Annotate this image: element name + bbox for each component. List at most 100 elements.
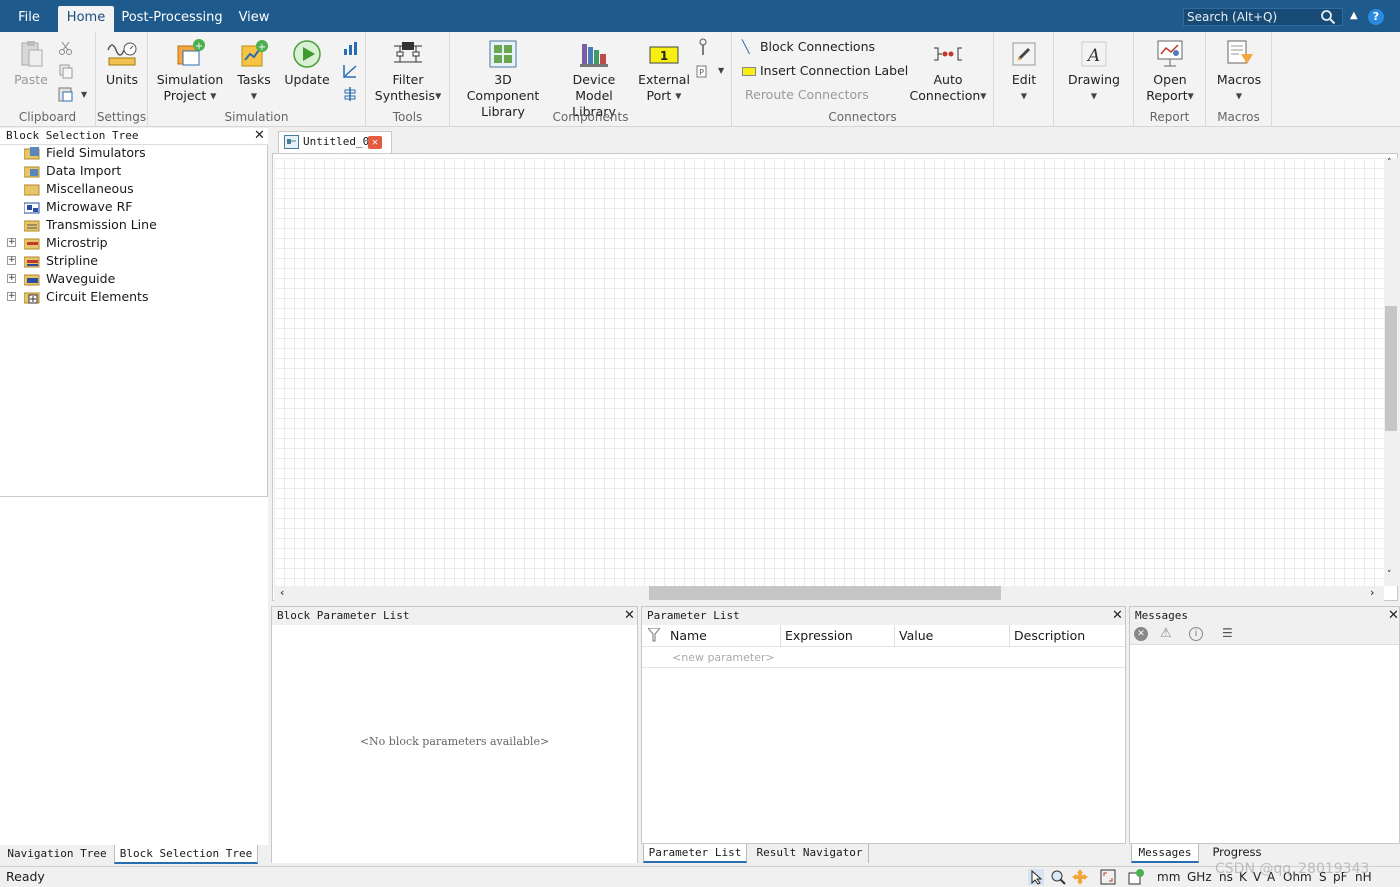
paste-button[interactable]: Paste xyxy=(8,38,54,88)
report-group: Open Report▼ Report xyxy=(1134,32,1206,127)
filter-icon[interactable] xyxy=(648,628,660,642)
expand-icon[interactable]: + xyxy=(7,274,16,283)
column-description[interactable]: Description xyxy=(1010,625,1125,647)
tree-item-miscellaneous[interactable]: Miscellaneous xyxy=(0,180,260,198)
update-button[interactable]: Update xyxy=(282,38,332,88)
expand-icon[interactable]: + xyxy=(7,292,16,301)
warning-filter-icon[interactable]: ⚠ xyxy=(1160,626,1172,641)
chevron-down-icon[interactable]: ▼ xyxy=(81,90,87,99)
bar-chart-icon[interactable] xyxy=(342,40,358,56)
horizontal-scroll-thumb[interactable] xyxy=(649,586,1001,600)
select-pointer-icon[interactable] xyxy=(1028,869,1044,885)
connectors-group-label: Connectors xyxy=(828,110,897,124)
close-icon[interactable]: ✕ xyxy=(254,129,265,143)
port-label-icon[interactable]: P xyxy=(696,63,710,79)
scroll-right-icon[interactable]: › xyxy=(1370,586,1374,599)
tree-item-microstrip[interactable]: + Microstrip xyxy=(0,234,260,252)
tree-item-transmission-line[interactable]: Transmission Line xyxy=(0,216,260,234)
close-icon[interactable]: ✕ xyxy=(1388,609,1399,623)
scroll-up-icon[interactable]: ˄ xyxy=(1387,158,1392,168)
tree-item-waveguide[interactable]: + Waveguide xyxy=(0,270,260,288)
tree-item-label: Stripline xyxy=(46,253,98,268)
drawing-button[interactable]: A Drawing ▼ xyxy=(1062,38,1126,105)
cut-icon[interactable] xyxy=(58,40,74,56)
device-model-library-button[interactable]: Device Model Library xyxy=(552,38,636,120)
open-report-button[interactable]: Open Report▼ xyxy=(1140,38,1200,105)
tasks-button[interactable]: + Tasks ▼ xyxy=(232,38,276,105)
tree-item-label: Circuit Elements xyxy=(46,289,149,304)
tab-result-navigator[interactable]: Result Navigator xyxy=(751,844,869,863)
units-button[interactable]: Units xyxy=(100,38,144,88)
tree-item-data-import[interactable]: Data Import xyxy=(0,162,260,180)
search-icon[interactable] xyxy=(1320,9,1336,25)
parameter-sweep-icon[interactable] xyxy=(342,63,358,79)
app-window: { "menu": { "file": "File", "home": "Hom… xyxy=(0,0,1400,887)
macros-button[interactable]: Macros ▼ xyxy=(1212,38,1266,105)
tab-post-processing[interactable]: Post-Processing xyxy=(120,6,224,32)
tab-navigation-tree[interactable]: Navigation Tree xyxy=(2,845,112,864)
tree-item-label: Miscellaneous xyxy=(46,181,134,196)
optimizer-icon[interactable] xyxy=(342,86,358,102)
menu-file[interactable]: File xyxy=(10,6,48,32)
close-icon[interactable]: ✕ xyxy=(624,609,635,623)
vertical-scroll-thumb[interactable] xyxy=(1385,306,1397,431)
collapse-ribbon-icon[interactable]: ▲ xyxy=(1350,10,1362,22)
scroll-left-icon[interactable]: ‹ xyxy=(280,586,284,599)
tree-item-field-simulators[interactable]: Field Simulators xyxy=(0,144,260,162)
3d-component-library-button[interactable]: 3D Component Library xyxy=(456,38,550,120)
insert-connection-label-button[interactable]: Insert Connection Label xyxy=(742,62,908,80)
auto-connection-icon xyxy=(934,47,962,61)
external-port-label-1: External xyxy=(638,72,690,87)
auto-connection-label-2: Connection xyxy=(909,88,981,103)
tree-item-stripline[interactable]: + Stripline xyxy=(0,252,260,270)
expand-icon[interactable]: + xyxy=(7,238,16,247)
probe-icon[interactable] xyxy=(696,38,710,56)
document-tab[interactable]: Untitled_0 ✕ xyxy=(278,131,392,153)
expand-icon[interactable]: + xyxy=(7,256,16,265)
data-import-icon xyxy=(24,166,40,178)
search-input[interactable]: Search (Alt+Q) xyxy=(1183,8,1343,26)
tab-view[interactable]: View xyxy=(234,6,274,32)
simulation-project-button[interactable]: + Simulation Project ▼ xyxy=(156,38,224,105)
new-parameter-row[interactable]: <new parameter> xyxy=(672,651,775,664)
tab-messages[interactable]: Messages xyxy=(1131,844,1199,863)
column-name[interactable]: Name xyxy=(666,625,781,647)
auto-connection-button[interactable]: Auto Connection▼ xyxy=(908,38,988,105)
chevron-down-icon[interactable]: ▼ xyxy=(718,66,724,75)
info-filter-icon[interactable]: i xyxy=(1189,627,1203,641)
tab-block-selection-tree[interactable]: Block Selection Tree xyxy=(114,845,258,864)
circuit-elements-icon xyxy=(24,292,40,304)
error-filter-icon[interactable]: ✕ xyxy=(1134,627,1148,641)
external-port-button[interactable]: 1 External Port ▼ xyxy=(638,38,690,105)
units-label: Units xyxy=(106,72,138,87)
tab-parameter-list[interactable]: Parameter List xyxy=(643,844,747,863)
scroll-down-icon[interactable]: ˅ xyxy=(1387,570,1392,580)
help-icon[interactable]: ? xyxy=(1368,9,1384,25)
zoom-icon[interactable] xyxy=(1050,869,1066,885)
edit-button[interactable]: Edit ▼ xyxy=(1000,38,1048,105)
copy-icon[interactable] xyxy=(58,63,74,79)
tree-item-circuit-elements[interactable]: + Circuit Elements xyxy=(0,288,260,306)
units-settings-icon[interactable] xyxy=(1128,869,1144,885)
close-icon[interactable]: ✕ xyxy=(1112,609,1123,623)
clear-messages-icon[interactable]: ☰ xyxy=(1222,626,1233,640)
connection-icon: ╲ xyxy=(742,39,750,54)
tab-home[interactable]: Home xyxy=(58,6,114,32)
schematic-icon xyxy=(284,135,299,149)
column-value[interactable]: Value xyxy=(895,625,1010,647)
3d-component-label-1: 3D Component xyxy=(466,72,540,103)
paste-special-icon[interactable] xyxy=(58,86,76,102)
simulation-project-label-1: Simulation xyxy=(156,72,224,87)
drawing-label: Drawing xyxy=(1068,72,1120,87)
block-connections-button[interactable]: ╲ Block Connections xyxy=(742,38,875,56)
simulation-project-label-2: Project xyxy=(163,88,207,103)
open-report-label-2: Report xyxy=(1146,88,1188,103)
pan-icon[interactable] xyxy=(1072,869,1088,885)
column-expression[interactable]: Expression xyxy=(781,625,895,647)
filter-synthesis-button[interactable]: Filter Synthesis▼ xyxy=(372,38,444,105)
zoom-fit-icon[interactable] xyxy=(1100,869,1116,885)
schematic-canvas[interactable] xyxy=(274,158,1384,586)
reroute-connectors-button[interactable]: Reroute Connectors xyxy=(745,86,869,104)
tree-item-microwave-rf[interactable]: Microwave RF xyxy=(0,198,260,216)
close-icon[interactable]: ✕ xyxy=(368,136,382,149)
